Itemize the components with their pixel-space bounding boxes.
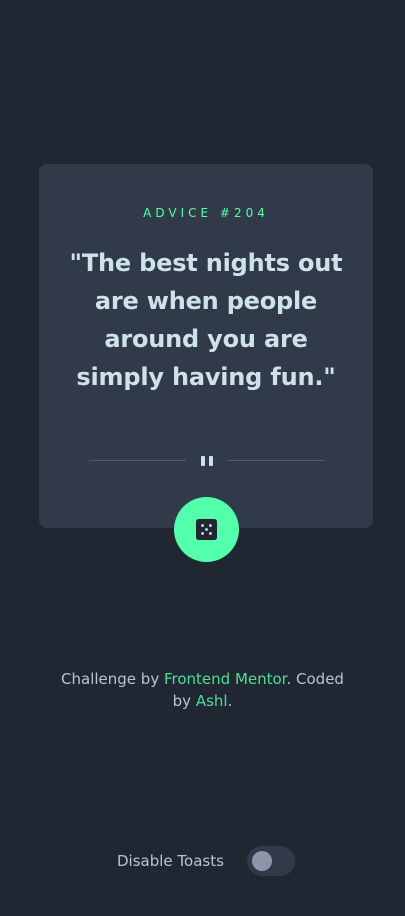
divider-line-right: [228, 460, 325, 461]
divider: [89, 453, 325, 469]
frontend-mentor-link[interactable]: Frontend Mentor: [164, 670, 287, 688]
author-link[interactable]: Ashl: [196, 692, 228, 710]
pause-icon: [199, 454, 215, 468]
disable-toasts-toggle[interactable]: [247, 846, 295, 876]
advice-number-label: ADVICE #204: [143, 206, 269, 220]
attribution-suffix: .: [227, 692, 233, 710]
toast-setting: Disable Toasts: [117, 846, 297, 876]
attribution: Challenge by Frontend Mentor. Coded by A…: [50, 668, 355, 712]
attribution-prefix: Challenge by: [61, 670, 164, 688]
dice-icon: [196, 519, 217, 540]
toggle-knob: [252, 851, 272, 871]
divider-line-left: [89, 460, 186, 461]
generate-advice-button[interactable]: [174, 497, 239, 562]
advice-quote: "The best nights out are when people aro…: [69, 249, 343, 391]
disable-toasts-label: Disable Toasts: [117, 852, 224, 870]
advice-card: ADVICE #204 "The best nights out are whe…: [39, 164, 373, 528]
